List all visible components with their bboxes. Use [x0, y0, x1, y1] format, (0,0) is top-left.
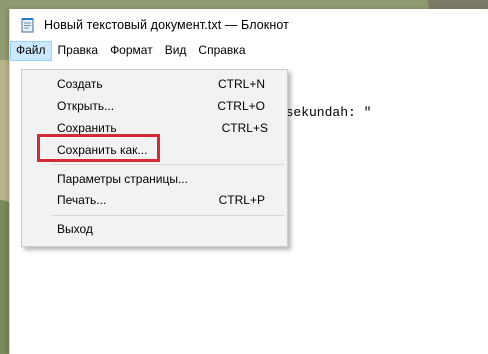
- annotation-highlight-box: [37, 134, 160, 162]
- menu-item-shortcut: CTRL+P: [218, 193, 265, 207]
- notepad-window: Новый текстовый документ.txt — Блокнот Ф…: [9, 9, 488, 354]
- menu-view[interactable]: Вид: [159, 41, 193, 61]
- notepad-icon: [20, 17, 36, 33]
- menu-bar: Файл Правка Формат Вид Справка: [10, 41, 488, 61]
- menu-help[interactable]: Справка: [192, 41, 251, 61]
- menu-item-label: Открыть...: [57, 99, 115, 113]
- menu-item-open[interactable]: Открыть... CTRL+O: [23, 95, 286, 117]
- menu-file[interactable]: Файл: [10, 41, 52, 61]
- menu-separator: [52, 164, 284, 165]
- title-bar[interactable]: Новый текстовый документ.txt — Блокнот: [10, 9, 488, 41]
- menu-item-new[interactable]: Создать CTRL+N: [23, 73, 286, 95]
- menu-item-exit[interactable]: Выход: [23, 218, 286, 240]
- menu-item-print[interactable]: Печать... CTRL+P: [23, 189, 286, 211]
- menu-item-label: Параметры страницы...: [57, 172, 188, 186]
- menu-separator: [52, 215, 284, 216]
- menu-item-page-setup[interactable]: Параметры страницы...: [23, 168, 286, 190]
- window-title: Новый текстовый документ.txt — Блокнот: [44, 18, 289, 32]
- menu-item-shortcut: CTRL+N: [217, 77, 265, 91]
- menu-item-label: Выход: [57, 222, 93, 236]
- menu-item-shortcut: CTRL+S: [221, 121, 268, 135]
- menu-item-label: Печать...: [57, 193, 107, 207]
- menu-format[interactable]: Формат: [104, 41, 159, 61]
- menu-edit[interactable]: Правка: [52, 41, 105, 61]
- menu-item-shortcut: CTRL+O: [217, 99, 265, 113]
- menu-item-label: Создать: [57, 77, 103, 91]
